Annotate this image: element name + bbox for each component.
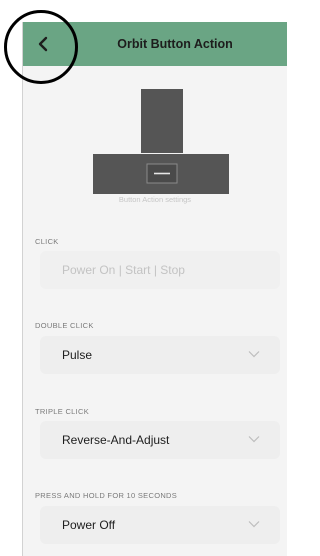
triple-click-value: Reverse-And-Adjust [62,433,170,447]
chevron-down-icon [248,436,260,443]
press-and-hold-value: Power Off [62,518,116,532]
triple-click-select[interactable]: Reverse-And-Adjust [40,421,280,459]
page-title: Orbit Button Action [117,37,233,51]
chevron-down-icon [248,521,260,528]
device-caption: Button Action settings [118,195,192,204]
click-label: CLICK [35,237,59,246]
press-and-hold-label: PRESS AND HOLD FOR 10 SECONDS [35,491,178,500]
click-action-value: Power On | Start | Stop [62,263,185,277]
chevron-down-icon [248,351,260,358]
double-click-value: Pulse [62,348,93,362]
double-click-select[interactable]: Pulse [40,336,280,374]
header-bar: Orbit Button Action [23,22,287,66]
orbit-device-illustration [93,89,229,194]
press-and-hold-select[interactable]: Power Off [40,506,280,544]
app-screen: Orbit Button Action Button Action settin… [22,22,287,556]
click-action-field: Power On | Start | Stop [40,251,280,289]
triple-click-label: TRIPLE CLICK [35,407,90,416]
double-click-label: DOUBLE CLICK [35,321,94,330]
